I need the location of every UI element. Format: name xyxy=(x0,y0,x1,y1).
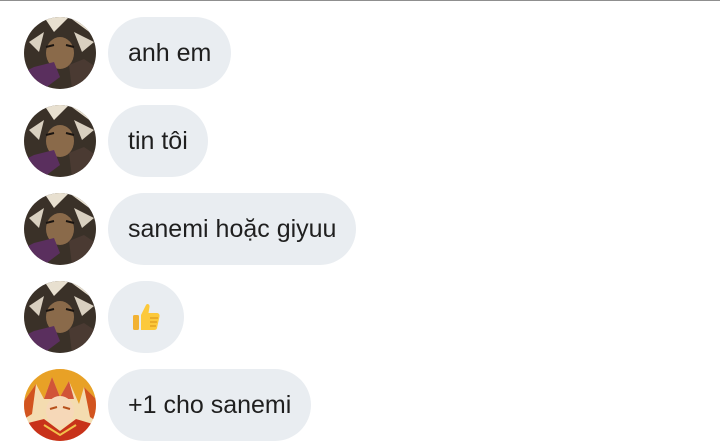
avatar[interactable] xyxy=(24,105,96,177)
message-bubble[interactable] xyxy=(108,281,184,353)
thumbs-up-icon xyxy=(130,301,162,333)
avatar[interactable] xyxy=(24,369,96,441)
avatar[interactable] xyxy=(24,193,96,265)
avatar-image xyxy=(24,17,96,89)
chat-screen: anh em tin tôi sanemi hoặc giyuu +1 cho … xyxy=(0,0,720,441)
message-bubble[interactable]: +1 cho sanemi xyxy=(108,369,312,441)
message-row: tin tôi xyxy=(24,105,208,177)
message-bubble[interactable]: anh em xyxy=(108,17,232,89)
avatar-image xyxy=(24,369,96,441)
message-row xyxy=(24,281,184,353)
message-row: sanemi hoặc giyuu xyxy=(24,193,357,265)
message-row: anh em xyxy=(24,17,232,89)
avatar-image xyxy=(24,105,96,177)
avatar[interactable] xyxy=(24,17,96,89)
avatar-image xyxy=(24,193,96,265)
message-bubble[interactable]: tin tôi xyxy=(108,105,208,177)
avatar[interactable] xyxy=(24,281,96,353)
message-bubble[interactable]: sanemi hoặc giyuu xyxy=(108,193,357,265)
avatar-image xyxy=(24,281,96,353)
message-row: +1 cho sanemi xyxy=(24,369,312,441)
